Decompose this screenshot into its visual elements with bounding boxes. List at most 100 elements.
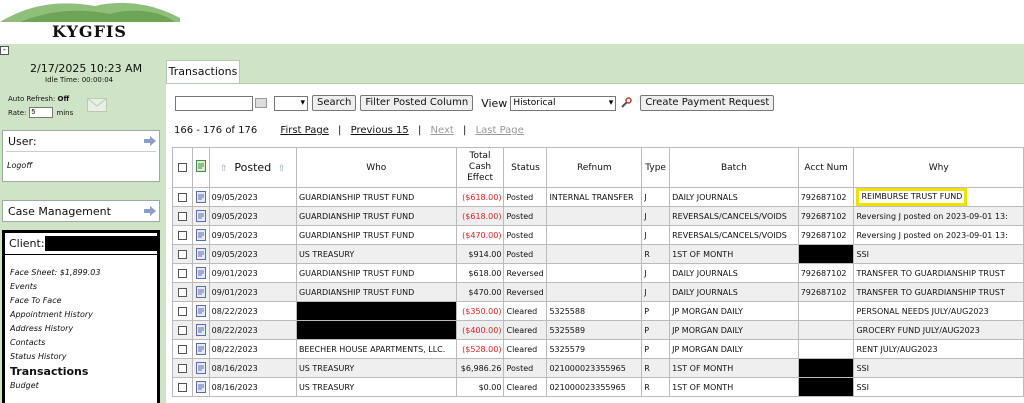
create-payment-request-button[interactable]: Create Payment Request xyxy=(640,95,775,111)
auto-refresh-value[interactable]: Off xyxy=(58,95,70,103)
row-select[interactable] xyxy=(172,282,193,302)
refresh-rate-input[interactable] xyxy=(29,107,54,118)
expand-arrow-icon[interactable] xyxy=(144,136,156,146)
document-icon[interactable] xyxy=(195,324,206,336)
document-icon[interactable] xyxy=(195,191,206,203)
row-checkbox[interactable] xyxy=(177,268,187,278)
header-batch[interactable]: Batch xyxy=(669,147,799,188)
row-select[interactable] xyxy=(172,377,193,397)
header-total-cash-effect[interactable]: Total Cash Effect xyxy=(455,147,505,188)
client-link-face-sheet[interactable]: Face Sheet: $1,899.03 xyxy=(10,268,100,277)
row-select[interactable] xyxy=(172,225,193,245)
row-doc[interactable] xyxy=(191,263,210,283)
sort-up-icon[interactable]: ⇧ xyxy=(278,164,286,174)
row-select[interactable] xyxy=(172,320,193,340)
row-checkbox[interactable] xyxy=(177,344,187,354)
row-doc[interactable] xyxy=(191,377,210,397)
row-select[interactable] xyxy=(172,206,193,226)
row-select[interactable] xyxy=(172,244,193,264)
row-checkbox[interactable] xyxy=(177,249,187,259)
client-link-budget[interactable]: Budget xyxy=(10,381,39,390)
table-row[interactable]: 08/22/2023 BEECHER HOUSE APARTMENTS, LLC… xyxy=(172,339,1024,359)
collapse-sidebar-button[interactable]: - xyxy=(0,46,9,55)
client-link-transactions[interactable]: Transactions xyxy=(10,365,88,378)
filter-posted-column-button[interactable]: Filter Posted Column xyxy=(360,95,474,111)
row-checkbox[interactable] xyxy=(177,287,187,297)
document-icon[interactable] xyxy=(195,381,206,393)
document-icon[interactable] xyxy=(195,210,206,222)
client-link-contacts[interactable]: Contacts xyxy=(10,338,45,347)
document-icon[interactable] xyxy=(195,305,206,317)
header-type[interactable]: Type xyxy=(641,147,671,188)
table-row[interactable]: 09/05/2023 US TREASURY $914.00 Posted R … xyxy=(172,244,1024,264)
table-row[interactable]: 08/16/2023 US TREASURY $0.00 Cleared 021… xyxy=(172,377,1024,397)
header-who[interactable]: Who xyxy=(295,147,457,188)
case-management-panel[interactable]: Case Management xyxy=(2,200,160,222)
table-row[interactable]: 09/01/2023 GUARDIANSHIP TRUST FUND $470.… xyxy=(172,282,1024,302)
first-page-link[interactable]: First Page xyxy=(280,125,328,136)
row-select[interactable] xyxy=(172,358,193,378)
row-doc[interactable] xyxy=(191,282,210,302)
row-checkbox[interactable] xyxy=(177,382,187,392)
row-doc[interactable] xyxy=(191,206,210,226)
header-posted[interactable]: ⇧ Posted ⇧ xyxy=(208,147,297,188)
row-doc[interactable] xyxy=(191,301,210,321)
app-header: KYGFIS xyxy=(0,0,1024,44)
app-logo[interactable]: KYGFIS xyxy=(52,22,127,41)
previous-page-link[interactable]: Previous 15 xyxy=(351,125,409,136)
client-link-events[interactable]: Events xyxy=(10,282,37,291)
calendar-icon[interactable] xyxy=(255,98,267,108)
document-icon[interactable] xyxy=(195,362,206,374)
select-all-checkbox[interactable] xyxy=(177,162,187,172)
row-checkbox[interactable] xyxy=(177,325,187,335)
expand-arrow-icon[interactable] xyxy=(144,206,156,216)
search-input[interactable] xyxy=(175,95,253,111)
row-select[interactable] xyxy=(172,339,193,359)
wrench-icon[interactable] xyxy=(620,97,633,109)
row-checkbox[interactable] xyxy=(177,211,187,221)
document-icon[interactable] xyxy=(195,286,206,298)
header-refnum[interactable]: Refnum xyxy=(546,147,643,188)
header-posted-label[interactable]: Posted xyxy=(234,161,271,174)
row-checkbox[interactable] xyxy=(177,192,187,202)
client-link-status-history[interactable]: Status History xyxy=(10,352,67,361)
row-select[interactable] xyxy=(172,187,193,207)
logoff-link[interactable]: Logoff xyxy=(7,161,32,170)
row-select[interactable] xyxy=(172,301,193,321)
row-checkbox[interactable] xyxy=(177,306,187,316)
header-acct-num[interactable]: Acct Num xyxy=(797,147,855,188)
table-row[interactable]: 09/01/2023 GUARDIANSHIP TRUST FUND $618.… xyxy=(172,263,1024,283)
document-icon[interactable] xyxy=(195,267,206,279)
sort-up-icon[interactable]: ⇧ xyxy=(220,164,228,174)
table-row[interactable]: 09/05/2023 GUARDIANSHIP TRUST FUND ($470… xyxy=(172,225,1024,245)
search-button[interactable]: Search xyxy=(312,95,357,111)
table-row[interactable]: 08/22/2023 ($350.00) Cleared 5325588 P J… xyxy=(172,301,1024,321)
row-doc[interactable] xyxy=(191,320,210,340)
row-doc[interactable] xyxy=(191,339,210,359)
table-row[interactable]: 09/05/2023 GUARDIANSHIP TRUST FUND ($618… xyxy=(172,187,1024,207)
header-status[interactable]: Status xyxy=(503,147,548,188)
table-row[interactable]: 08/22/2023 ($400.00) Cleared 5325589 P J… xyxy=(172,320,1024,340)
row-doc[interactable] xyxy=(191,225,210,245)
document-icon[interactable] xyxy=(195,229,206,241)
client-link-face-to-face[interactable]: Face To Face xyxy=(10,296,62,305)
document-icon[interactable] xyxy=(195,343,206,355)
table-row[interactable]: 09/05/2023 GUARDIANSHIP TRUST FUND ($618… xyxy=(172,206,1024,226)
view-select[interactable]: Historical ▾ xyxy=(510,95,617,111)
row-doc[interactable] xyxy=(191,187,210,207)
row-doc[interactable] xyxy=(191,358,210,378)
tab-transactions[interactable]: Transactions xyxy=(166,60,240,84)
row-select[interactable] xyxy=(172,263,193,283)
document-icon[interactable] xyxy=(195,248,206,260)
client-link-appointment-history[interactable]: Appointment History xyxy=(10,310,93,319)
mail-icon[interactable] xyxy=(87,98,107,112)
header-select[interactable] xyxy=(172,147,193,188)
table-row[interactable]: 08/16/2023 US TREASURY $6,986.26 Posted … xyxy=(172,358,1024,378)
header-why[interactable]: Why xyxy=(853,147,1024,188)
row-checkbox[interactable] xyxy=(177,230,187,240)
row-checkbox[interactable] xyxy=(177,363,187,373)
row-doc[interactable] xyxy=(191,244,210,264)
filter-select[interactable]: ▾ xyxy=(274,95,308,111)
case-management-title[interactable]: Case Management xyxy=(3,201,159,222)
client-link-address-history[interactable]: Address History xyxy=(10,324,73,333)
